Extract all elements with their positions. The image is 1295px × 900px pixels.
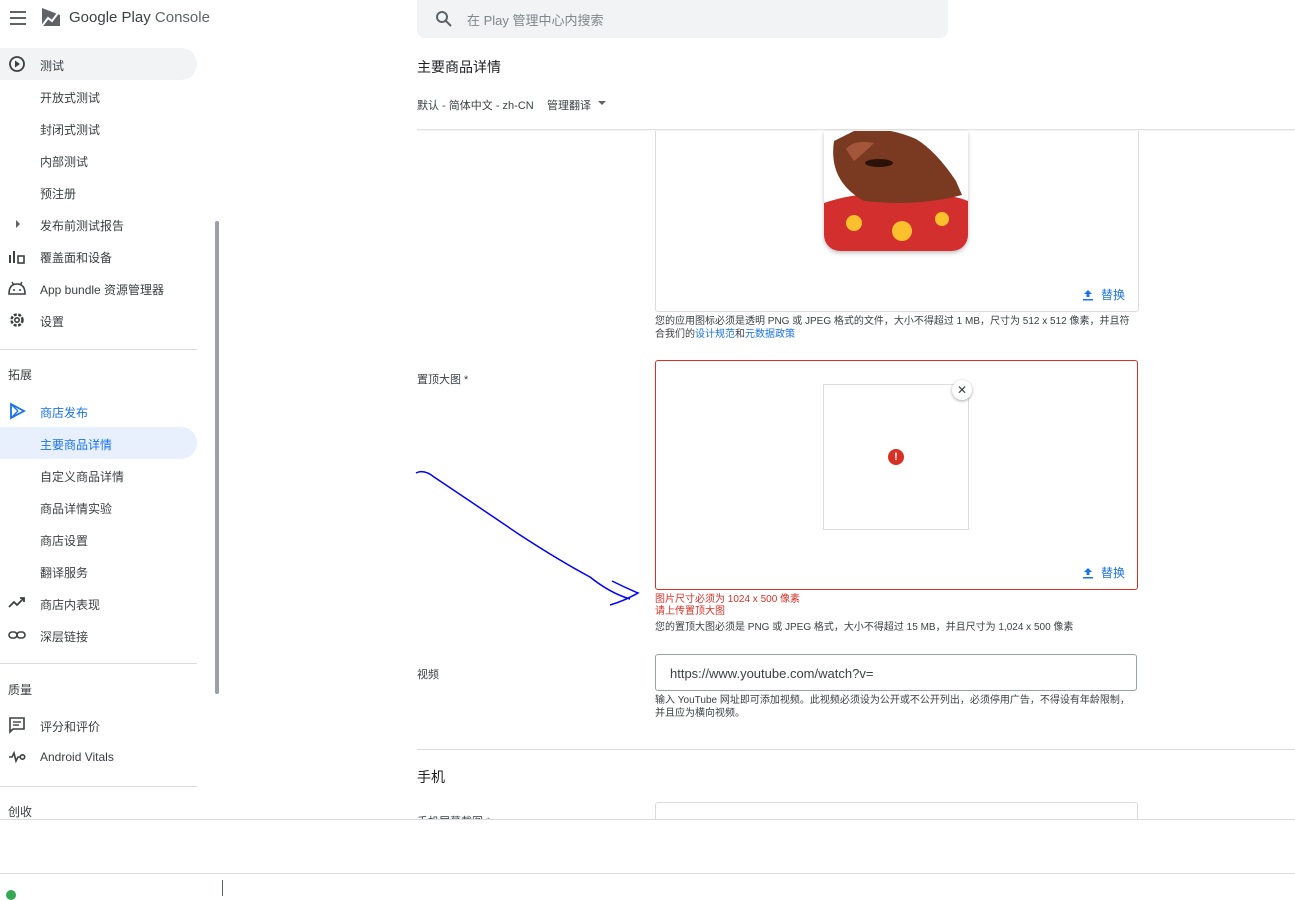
- video-helper-text: 输入 YouTube 网址即可添加视频。此视频必须设为公开或不公开列出，必须停用…: [655, 695, 1130, 719]
- video-url-field[interactable]: [655, 654, 1137, 691]
- sidebar-divider: [0, 663, 197, 664]
- trending-up-icon: [8, 597, 25, 608]
- chevron-down-icon[interactable]: [598, 101, 606, 105]
- design-guidelines-link[interactable]: 设计规范: [695, 329, 735, 340]
- bar-chart-icon: [9, 251, 25, 264]
- sidebar-scrollbar[interactable]: [215, 221, 219, 694]
- sidebar-item-prelaunch-report[interactable]: 发布前测试报告: [0, 208, 197, 240]
- feature-graphic-label: 置顶大图 *: [417, 374, 469, 386]
- feature-graphic-helper-text: 您的置顶大图必须是 PNG 或 JPEG 格式，大小不得超过 15 MB，并且尺…: [655, 622, 1074, 633]
- taskbar-separator: [222, 880, 223, 896]
- sidebar-section-quality: 质量: [8, 683, 33, 697]
- vitals-icon: [9, 750, 26, 764]
- gear-icon: [10, 313, 24, 327]
- upload-icon: [1083, 289, 1093, 300]
- sidebar-item-custom-store-listings[interactable]: 自定义商品详情: [0, 459, 197, 491]
- sidebar-item-deep-links[interactable]: 深层链接: [0, 619, 197, 651]
- sidebar-item-reach-devices[interactable]: 覆盖面和设备: [0, 240, 197, 272]
- annotation-arrow: [415, 470, 640, 606]
- taskbar-app-icon[interactable]: [6, 890, 16, 900]
- feature-graphic-error-size: 图片尺寸必须为 1024 x 500 像素: [655, 594, 801, 605]
- search-bar[interactable]: [417, 0, 948, 38]
- sidebar-item-settings[interactable]: 设置: [0, 304, 197, 336]
- metadata-policy-link[interactable]: 元数据政策: [745, 329, 795, 340]
- sidebar-item-store-presence[interactable]: 商店发布: [0, 395, 197, 427]
- sidebar-divider: [0, 786, 197, 787]
- video-label: 视频: [417, 669, 439, 681]
- review-icon: [9, 717, 25, 734]
- play-circle-icon: [9, 56, 25, 72]
- caret-right-icon: [16, 220, 20, 228]
- play-store-icon: [10, 402, 26, 420]
- sidebar-item-main-store-listing[interactable]: 主要商品详情: [0, 427, 197, 459]
- search-input[interactable]: [465, 8, 909, 32]
- sidebar-item-open-testing[interactable]: 开放式测试: [0, 80, 197, 112]
- feature-graphic-error-upload: 请上传置顶大图: [655, 606, 725, 617]
- sidebar-item-closed-testing[interactable]: 封闭式测试: [0, 112, 197, 144]
- sidebar-item-android-vitals[interactable]: Android Vitals: [0, 741, 197, 773]
- section-divider: [417, 749, 1295, 750]
- app-icon-helper-text: 您的应用图标必须是透明 PNG 或 JPEG 格式的文件，大小不得超过 1 MB…: [655, 316, 1130, 340]
- sidebar-section-grow: 拓展: [8, 368, 33, 382]
- search-icon: [436, 11, 452, 27]
- sidebar-item-store-settings[interactable]: 商店设置: [0, 523, 197, 555]
- feature-graphic-replace-button[interactable]: 替换: [1082, 564, 1125, 581]
- sidebar-item-app-bundle-explorer[interactable]: App bundle 资源管理器: [0, 272, 197, 304]
- video-url-input[interactable]: [668, 663, 1112, 683]
- sidebar-section-monetize: 创收: [8, 805, 33, 819]
- page-title: 主要商品详情: [417, 59, 501, 75]
- taskbar: [0, 873, 1295, 897]
- app-icon-image: [824, 131, 968, 251]
- brand-title[interactable]: Google Play Console: [69, 9, 210, 26]
- main-menu-icon[interactable]: [10, 11, 26, 25]
- error-icon: !: [888, 449, 904, 465]
- android-icon: [8, 281, 26, 295]
- language-label: 默认 - 简体中文 - zh-CN: [417, 100, 534, 112]
- sidebar-item-translation-service[interactable]: 翻译服务: [0, 555, 197, 587]
- sidebar-item-ratings-reviews[interactable]: 评分和评价: [0, 709, 197, 741]
- app-icon-replace-button[interactable]: 替换: [1082, 286, 1125, 303]
- sidebar-item-preregistration[interactable]: 预注册: [0, 176, 197, 208]
- sidebar-item-testing[interactable]: 测试: [0, 48, 197, 80]
- link-icon: [8, 631, 26, 639]
- phone-section-title: 手机: [417, 769, 445, 785]
- upload-icon: [1083, 567, 1093, 578]
- sidebar-item-store-performance[interactable]: 商店内表现: [0, 587, 197, 619]
- remove-image-button[interactable]: ✕: [952, 380, 972, 400]
- sidebar-item-store-listing-experiments[interactable]: 商品详情实验: [0, 491, 197, 523]
- manage-translations-button[interactable]: 管理翻译: [547, 97, 591, 113]
- play-console-logo: [41, 8, 60, 27]
- sidebar-item-internal-testing[interactable]: 内部测试: [0, 144, 197, 176]
- sidebar-divider: [0, 349, 197, 350]
